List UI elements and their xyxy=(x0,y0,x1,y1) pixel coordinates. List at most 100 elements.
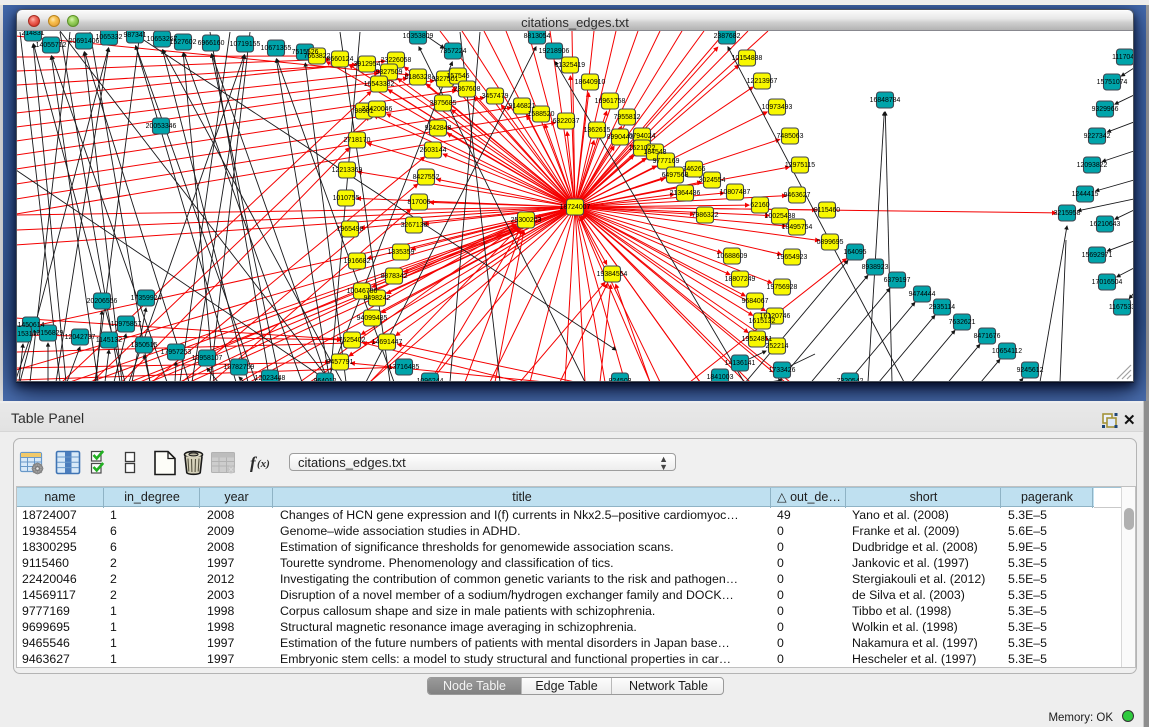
svg-text:19384554: 19384554 xyxy=(597,271,628,278)
svg-text:9777169: 9777169 xyxy=(653,158,680,165)
svg-text:(x): (x) xyxy=(257,458,270,470)
svg-text:13716485: 13716485 xyxy=(389,364,420,371)
svg-text:10671355: 10671355 xyxy=(261,45,292,52)
svg-text:9463627: 9463627 xyxy=(784,192,811,199)
svg-text:1362615: 1362615 xyxy=(584,127,611,134)
svg-text:8878342: 8878342 xyxy=(381,273,408,280)
svg-text:1145132: 1145132 xyxy=(96,337,122,344)
svg-text:8660124: 8660124 xyxy=(327,56,354,63)
svg-text:9245612: 9245612 xyxy=(1017,367,1044,374)
svg-text:15692971: 15692971 xyxy=(1082,252,1113,259)
svg-text:3024554: 3024554 xyxy=(699,177,726,184)
svg-text:10807487: 10807487 xyxy=(720,189,751,196)
svg-text:12042737: 12042737 xyxy=(65,334,96,341)
svg-text:10353809: 10353809 xyxy=(403,33,434,40)
svg-text:19218906: 19218906 xyxy=(539,48,570,55)
svg-text:6497568: 6497568 xyxy=(662,172,689,179)
svg-text:20206556: 20206556 xyxy=(87,298,118,305)
svg-text:16848784: 16848784 xyxy=(870,97,901,104)
svg-text:23420046: 23420046 xyxy=(362,106,393,113)
svg-text:15751074: 15751074 xyxy=(1097,79,1128,86)
svg-text:157546: 157546 xyxy=(447,73,470,80)
svg-text:17957253: 17957253 xyxy=(161,349,192,356)
svg-text:16543382: 16543382 xyxy=(364,81,395,88)
svg-text:17359924: 17359924 xyxy=(131,295,162,302)
svg-text:9227342: 9227342 xyxy=(1084,133,1111,140)
svg-text:10654112: 10654112 xyxy=(992,348,1022,355)
svg-text:18640910: 18640910 xyxy=(575,79,606,86)
svg-text:9327509: 9327509 xyxy=(376,69,403,76)
svg-text:16210643: 16210643 xyxy=(1090,221,1121,228)
svg-text:23226058: 23226058 xyxy=(381,57,412,64)
svg-text:7320542: 7320542 xyxy=(837,378,864,381)
svg-text:1450614: 1450614 xyxy=(18,322,45,329)
svg-text:0899695: 0899695 xyxy=(817,239,844,246)
svg-text:12213369: 12213369 xyxy=(332,167,363,174)
svg-text:2387682: 2387682 xyxy=(714,33,741,40)
svg-text:3875685: 3875685 xyxy=(430,100,457,107)
svg-text:6794024: 6794024 xyxy=(629,133,656,140)
svg-text:12213967: 12213967 xyxy=(747,78,778,85)
svg-text:10025438: 10025438 xyxy=(765,213,796,220)
svg-text:8938923: 8938923 xyxy=(862,264,889,271)
svg-text:3912954: 3912954 xyxy=(354,61,381,68)
svg-text:18724007: 18724007 xyxy=(560,204,591,211)
svg-text:7625402: 7625402 xyxy=(339,337,366,344)
svg-text:1244415: 1244415 xyxy=(1072,191,1099,198)
svg-text:9498242: 9498242 xyxy=(364,295,391,302)
svg-text:12156829: 12156829 xyxy=(33,330,64,337)
svg-text:7955812: 7955812 xyxy=(614,114,641,121)
svg-text:12023448: 12023448 xyxy=(255,375,286,381)
svg-text:9115460: 9115460 xyxy=(814,207,840,214)
svg-text:824503: 824503 xyxy=(609,378,632,381)
svg-text:7632621: 7632621 xyxy=(949,319,976,326)
svg-text:2367608: 2367608 xyxy=(454,86,481,93)
svg-text:7357224: 7357224 xyxy=(440,48,467,55)
svg-text:17016504: 17016504 xyxy=(1092,279,1123,286)
svg-text:12093822: 12093822 xyxy=(1077,162,1108,169)
svg-text:8427552: 8427552 xyxy=(413,174,440,181)
svg-text:1965498: 1965498 xyxy=(337,226,364,233)
svg-text:9329966: 9329966 xyxy=(1092,106,1119,113)
svg-text:9474444: 9474444 xyxy=(909,291,936,298)
svg-text:7485063: 7485063 xyxy=(777,133,804,140)
svg-text:1615132: 1615132 xyxy=(749,318,776,325)
svg-text:10046786: 10046786 xyxy=(347,288,378,295)
svg-text:1065332: 1065332 xyxy=(96,34,123,41)
svg-text:12975115: 12975115 xyxy=(785,162,815,169)
svg-text:1096244: 1096244 xyxy=(417,378,444,381)
svg-text:3215958: 3215958 xyxy=(1054,210,1081,217)
svg-text:8813054: 8813054 xyxy=(524,33,551,40)
svg-text:1167533: 1167533 xyxy=(1109,304,1133,311)
svg-text:252214: 252214 xyxy=(766,343,789,350)
svg-text:20053346: 20053346 xyxy=(146,123,177,130)
svg-text:10958107: 10958107 xyxy=(192,355,223,362)
svg-text:987341: 987341 xyxy=(124,32,147,39)
svg-text:964012: 964012 xyxy=(314,378,337,381)
svg-text:6379197: 6379197 xyxy=(884,277,911,284)
svg-text:3457479: 3457479 xyxy=(482,93,509,100)
svg-text:19654923: 19654923 xyxy=(777,254,808,261)
svg-text:9684067: 9684067 xyxy=(742,298,769,305)
svg-text:8186328: 8186328 xyxy=(405,74,432,81)
svg-text:14136141: 14136141 xyxy=(725,360,756,367)
svg-text:2935114: 2935114 xyxy=(929,304,955,311)
svg-text:25300203: 25300203 xyxy=(511,217,542,224)
svg-text:14055712: 14055712 xyxy=(36,42,67,49)
svg-text:94099485: 94099485 xyxy=(357,315,388,322)
svg-text:1117042: 1117042 xyxy=(1112,54,1133,61)
svg-text:10688609: 10688609 xyxy=(717,253,748,260)
svg-text:1335359: 1335359 xyxy=(388,249,415,256)
svg-text:21364436: 21364436 xyxy=(670,190,701,197)
svg-text:1527602: 1527602 xyxy=(170,39,197,46)
svg-text:6966160: 6966160 xyxy=(198,40,225,47)
svg-text:16961758: 16961758 xyxy=(595,98,626,105)
svg-text:1733426: 1733426 xyxy=(769,367,796,374)
svg-text:2603144: 2603144 xyxy=(420,147,447,154)
svg-text:8471676: 8471676 xyxy=(974,333,1001,340)
svg-text:18495754: 18495754 xyxy=(782,224,813,231)
svg-text:18807249: 18807249 xyxy=(725,276,756,283)
svg-text:10975857: 10975857 xyxy=(111,321,142,328)
svg-text:7986322: 7986322 xyxy=(692,212,719,219)
svg-text:19756928: 19756928 xyxy=(767,284,798,291)
